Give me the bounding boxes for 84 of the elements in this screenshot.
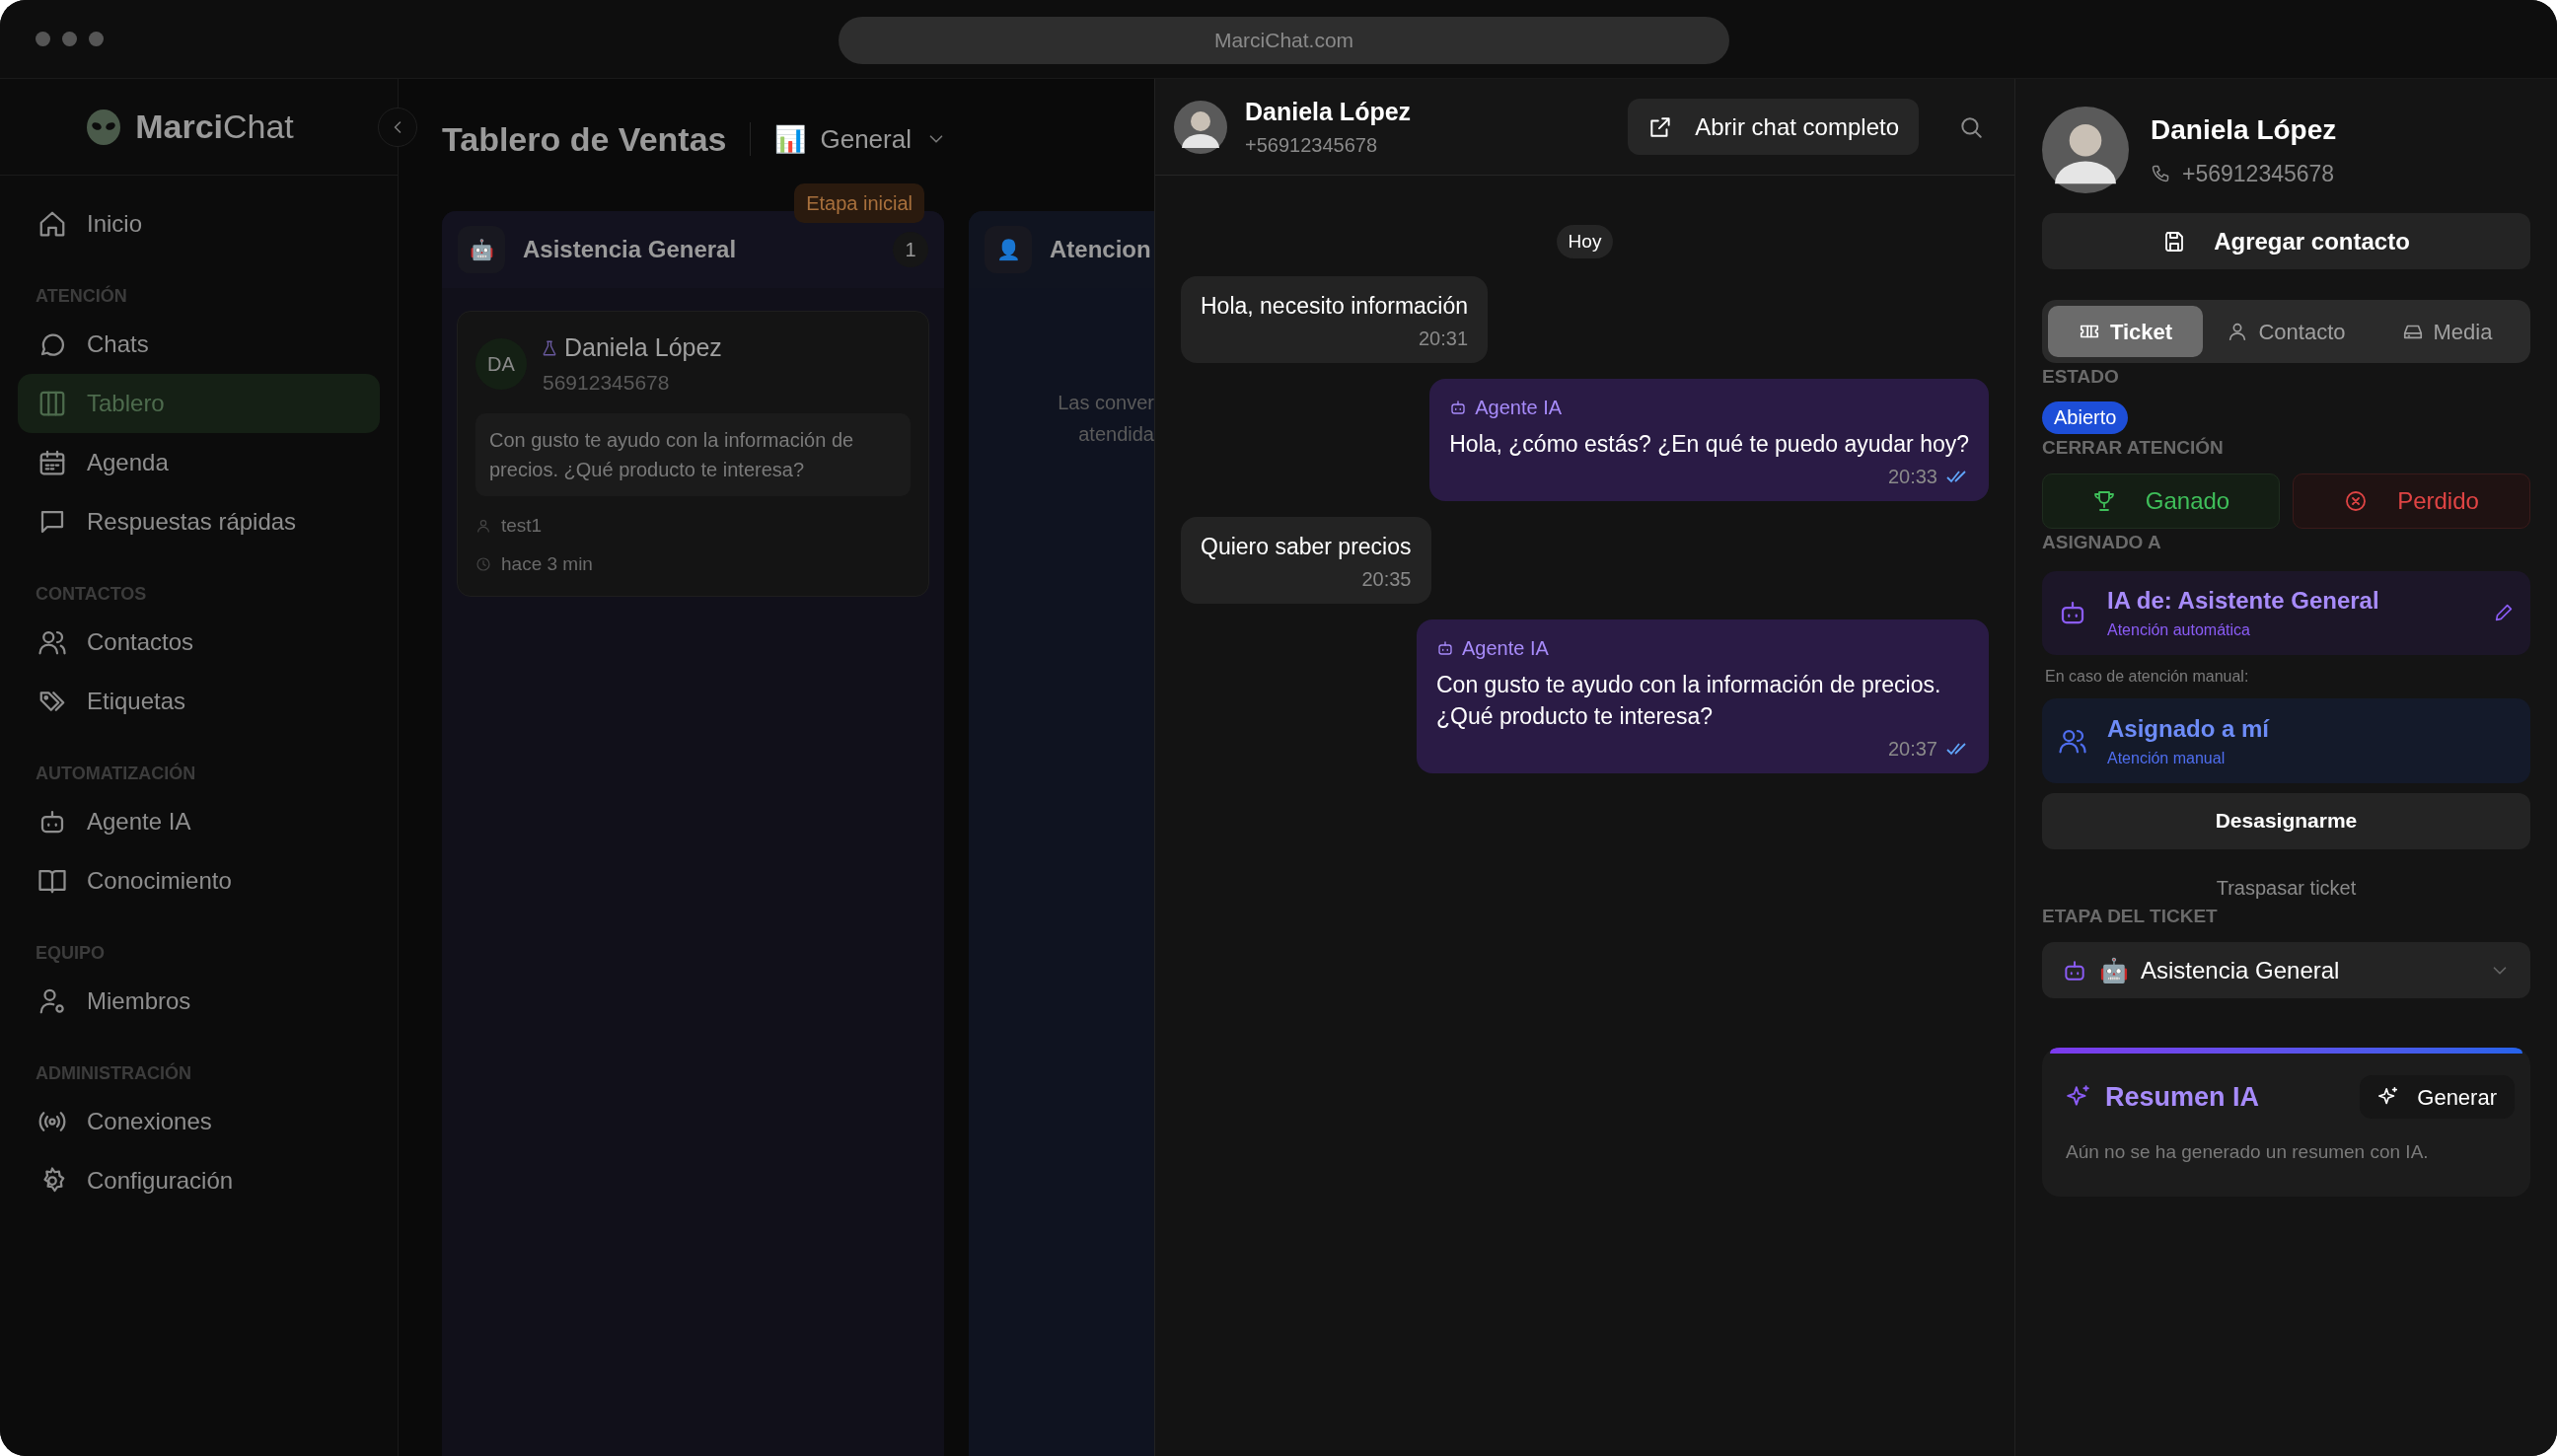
columns-icon xyxy=(37,389,67,418)
nav-item[interactable]: Configuración xyxy=(18,1151,380,1210)
avatar-icon xyxy=(1174,100,1227,154)
transfer-link[interactable]: Traspasar ticket xyxy=(2216,872,2357,903)
section-label: ASIGNADO A xyxy=(2042,531,2162,554)
contact-name: Daniela López xyxy=(2151,112,2337,147)
message-text: Hola, ¿cómo estás? ¿En qué te puedo ayudar hoy? xyxy=(1449,430,1969,459)
stage-badge: Etapa inicial xyxy=(794,183,924,223)
message-preview: Con gusto te ayudo con la información de precios. ¿Qué producto te interesa? xyxy=(475,413,911,496)
open-chat-button[interactable]: Abrir chat completo xyxy=(1628,99,1919,155)
robot-icon xyxy=(1436,639,1454,657)
contact-phone: +56912345678 xyxy=(2182,159,2335,188)
avatar-initials: DA xyxy=(475,337,527,390)
url-bar[interactable]: MarciChat.com xyxy=(839,17,1729,64)
brand-name: MarciChat xyxy=(135,107,294,147)
robot-icon xyxy=(1449,399,1468,416)
unassign-button[interactable]: Desasignarme xyxy=(2042,792,2530,849)
tab[interactable]: Ticket xyxy=(2048,306,2203,357)
summary-text: Aún no se ha generado un resumen con IA. xyxy=(2065,1140,2430,1164)
assignee-name: IA de: Asistente General xyxy=(2107,586,2380,616)
column-title: Atencion xyxy=(1050,235,1152,264)
message-time: 20:37 xyxy=(1887,737,1937,762)
tab[interactable]: Media xyxy=(2370,306,2524,357)
pencil-icon xyxy=(2493,602,2515,623)
count-badge: 1 xyxy=(893,232,928,267)
column-title: Asistencia General xyxy=(523,235,738,264)
nav-item[interactable]: Respuestas rápidas xyxy=(18,492,380,551)
contact-phone: 56912345678 xyxy=(542,369,671,396)
flask-icon xyxy=(541,338,558,357)
assignee-mode: Atención manual xyxy=(2107,748,2227,768)
column-emoji: 🤖 xyxy=(458,226,505,273)
nav-item[interactable]: Miembros xyxy=(18,972,380,1031)
summary-title: Resumen IA xyxy=(2105,1080,2261,1114)
message-time: 20:31 xyxy=(1418,327,1469,351)
contact-name: Daniela López xyxy=(564,332,722,363)
message-time: 20:35 xyxy=(1361,567,1412,592)
section-label: ESTADO xyxy=(2042,365,2120,389)
nav-item[interactable]: Contactos xyxy=(18,613,380,672)
message-time: 20:33 xyxy=(1887,465,1937,489)
day-label: Hoy xyxy=(1556,225,1614,258)
sender-name: Agente IA xyxy=(1475,396,1563,420)
contact-phone: +56912345678 xyxy=(1245,133,1379,159)
nav-item[interactable]: Inicio xyxy=(18,194,380,254)
trophy-icon xyxy=(2091,489,2116,513)
agent-name: test1 xyxy=(501,514,543,538)
nav-item[interactable]: Chats xyxy=(18,315,380,374)
home-icon xyxy=(37,209,67,239)
nav-item[interactable]: Conocimiento xyxy=(18,851,380,910)
message-text: Quiero saber precios xyxy=(1201,533,1412,561)
column-emoji: 👤 xyxy=(985,226,1032,273)
message-text: Hola, necesito información xyxy=(1201,292,1469,321)
ticket-card[interactable]: DA Daniela López 56912345678 Con gusto te ayudo con la información de precios. ¿Qué producto te interesa? test1 hace 3 min xyxy=(457,311,929,597)
x-circle-icon xyxy=(2344,489,2369,513)
user-icon xyxy=(475,518,491,535)
edit-button[interactable] xyxy=(2493,602,2515,623)
view-dropdown[interactable]: 📊 General xyxy=(774,119,947,159)
lost-button[interactable]: Perdido xyxy=(2293,473,2530,529)
nav-item[interactable]: Agenda xyxy=(18,433,380,492)
tab[interactable]: Contacto xyxy=(2209,306,2364,357)
empty-column-text: atendida xyxy=(1078,422,1154,447)
add-contact-button[interactable]: Agregar contacto xyxy=(2042,213,2530,269)
message-text: Con gusto te ayudo con la información de precios. ¿Qué producto te interesa? xyxy=(1436,671,1942,731)
stage-dropdown[interactable]: 🤖 Asistencia General xyxy=(2042,942,2530,998)
clock-icon xyxy=(475,555,491,572)
avatar-icon xyxy=(2042,107,2129,193)
calendar-icon xyxy=(37,448,67,477)
sender-name: Agente IA xyxy=(1462,636,1549,661)
time-ago: hace 3 min xyxy=(501,551,593,576)
assignee-mode: Atención automática xyxy=(2107,620,2251,640)
contact-name: Daniela López xyxy=(1245,96,1413,127)
board-title: Tablero de Ventas xyxy=(442,118,727,160)
status-badge: Abierto xyxy=(2042,400,2129,434)
nav-item[interactable]: Agente IA xyxy=(18,792,380,851)
user-gear-icon xyxy=(37,986,67,1016)
generate-button[interactable]: Generar xyxy=(2360,1075,2515,1119)
nav-item[interactable]: Conexiones xyxy=(18,1092,380,1151)
section-label: CERRAR ATENCIÓN xyxy=(2042,435,2225,460)
phone-icon xyxy=(2151,164,2170,183)
manual-note: En caso de atención manual: xyxy=(2044,666,2250,687)
nav-item[interactable]: Etiquetas xyxy=(18,672,380,731)
empty-column-text: Las conver xyxy=(1058,391,1154,415)
won-button[interactable]: Ganado xyxy=(2042,473,2280,529)
section-label: ETAPA DEL TICKET xyxy=(2042,904,2219,928)
assignee-name: Asignado a mí xyxy=(2107,713,2270,744)
